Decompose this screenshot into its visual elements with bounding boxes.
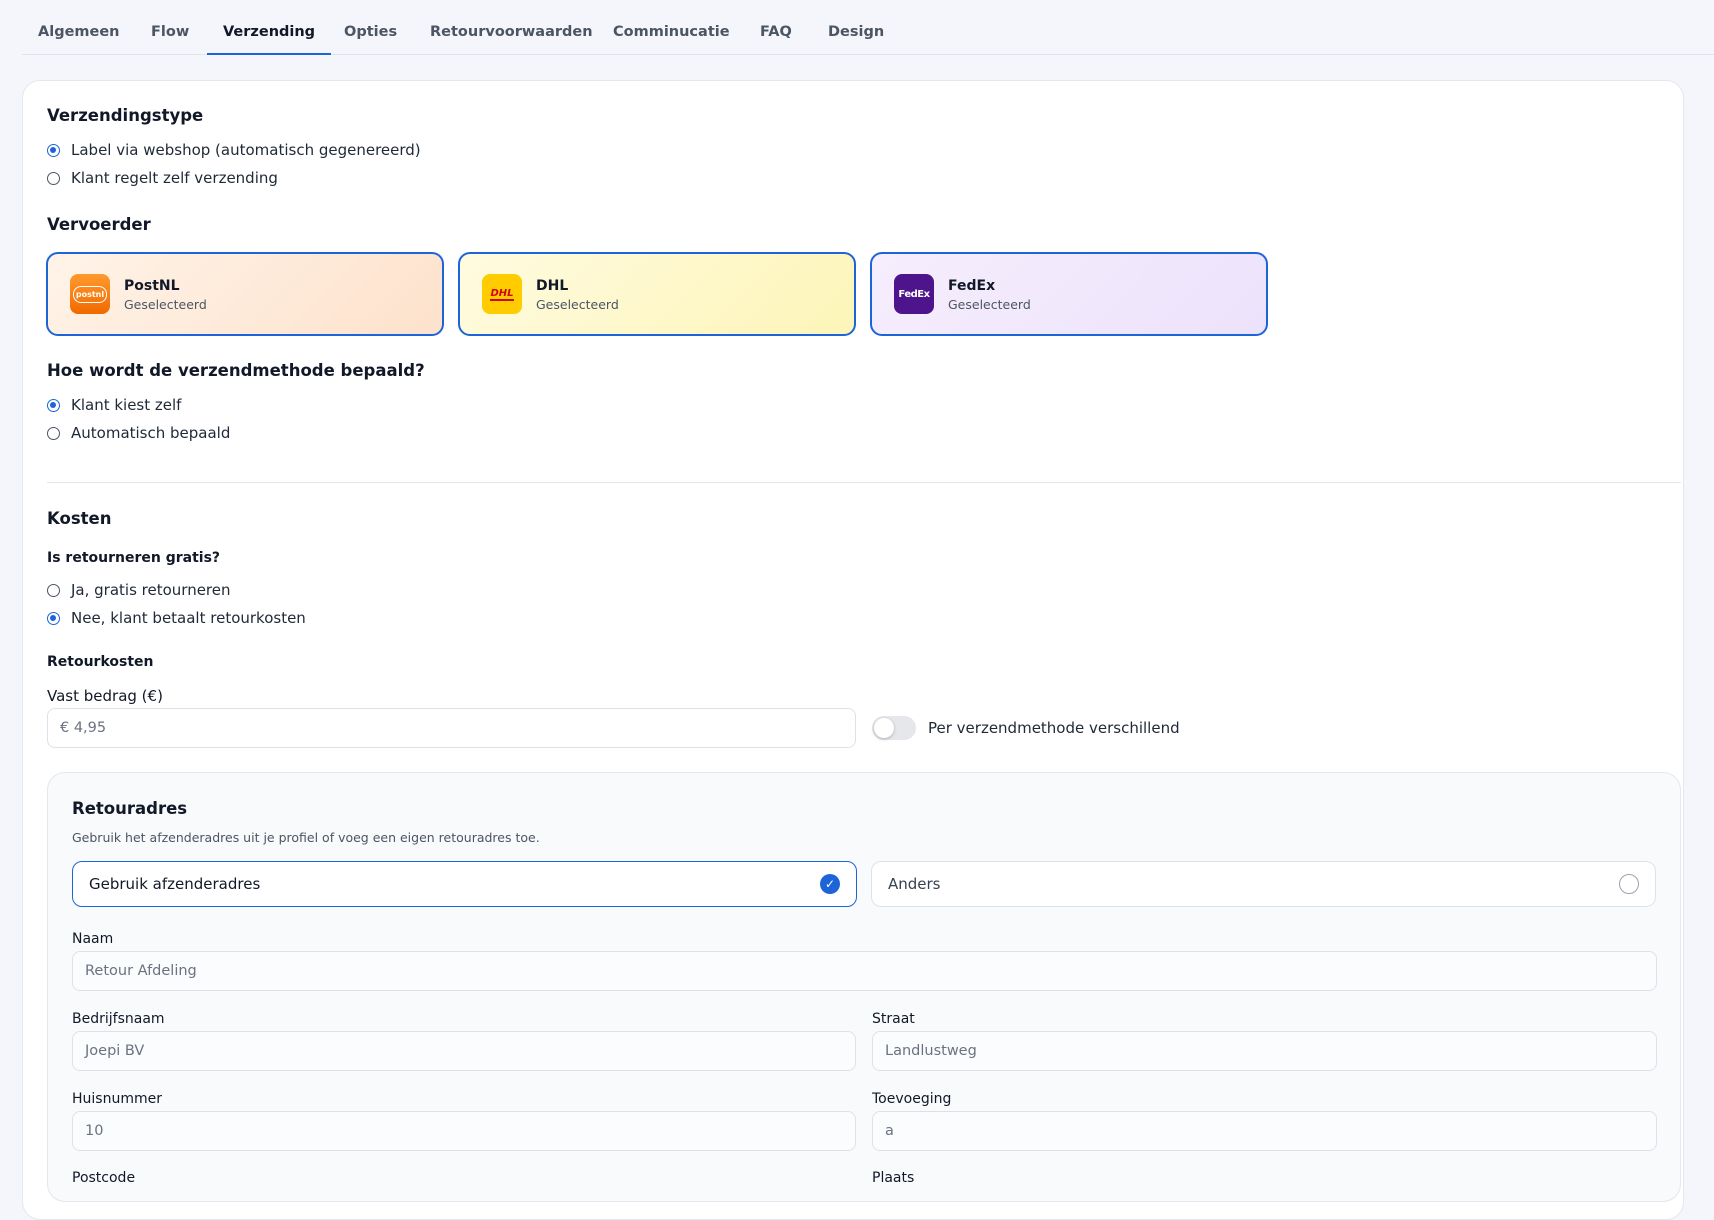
carrier-status: Geselecteerd [536,297,619,312]
choice-label: Anders [888,875,941,893]
radio-label-via-webshop[interactable]: Label via webshop (automatisch gegeneree… [47,141,421,159]
fixed-amount-input[interactable]: € 4,95 [47,708,856,748]
method-title: Hoe wordt de verzendmethode bepaald? [47,361,425,380]
tab-algemeen[interactable]: Algemeen [38,24,120,55]
radio-button-checked[interactable] [47,143,60,157]
postnl-logo-text: postnl [72,285,108,303]
field-label-plaats: Plaats [872,1170,915,1186]
radio-automatisch-bepaald[interactable]: Automatisch bepaald [47,424,230,442]
radio-button-checked[interactable] [47,398,60,412]
tab-design[interactable]: Design [828,24,884,55]
straat-input[interactable]: Landlustweg [872,1031,1657,1071]
carrier-card-postnl[interactable]: postnl PostNL Geselecteerd [46,252,444,336]
carrier-status: Geselecteerd [948,297,1031,312]
fedex-logo-text: FedEx [898,288,930,300]
bedrijfsnaam-input[interactable]: Joepi BV [72,1031,856,1071]
tab-faq[interactable]: FAQ [760,24,792,55]
check-icon: ✓ [820,874,840,894]
tab-retourvoorwaarden[interactable]: Retourvoorwaarden [430,24,593,55]
fedex-logo-icon: FedEx [894,274,934,314]
radio-gratis-retourneren[interactable]: Ja, gratis retourneren [47,581,231,599]
radio-label: Nee, klant betaalt retourkosten [71,609,306,627]
radio-label: Klant kiest zelf [71,396,182,414]
retourkosten-label: Retourkosten [47,654,154,670]
carrier-card-fedex[interactable]: FedEx FedEx Geselecteerd [870,252,1268,336]
other-address-option[interactable]: Anders [871,861,1656,907]
radio-klant-betaalt[interactable]: Nee, klant betaalt retourkosten [47,609,306,627]
radio-label: Ja, gratis retourneren [71,581,231,599]
radio-button[interactable] [47,583,60,597]
field-label-toevoeging: Toevoeging [872,1091,952,1107]
carrier-name: FedEx [948,278,996,294]
field-label-naam: Naam [72,931,114,947]
toevoeging-input[interactable]: a [872,1111,1657,1151]
return-address-title: Retouradres [72,799,188,818]
costs-title: Kosten [47,509,112,528]
carrier-title: Vervoerder [47,215,151,234]
radio-klant-regelt-zelf[interactable]: Klant regelt zelf verzending [47,169,278,187]
radio-button[interactable] [47,426,60,440]
tab-bar: Algemeen Flow Verzending Opties Retourvo… [22,0,1714,55]
shipping-type-title: Verzendingstype [47,106,204,125]
radio-label: Label via webshop (automatisch gegeneree… [71,141,421,159]
tab-verzending[interactable]: Verzending [207,24,332,55]
tab-communicatie[interactable]: Comminucatie [613,24,730,55]
naam-input[interactable]: Retour Afdeling [72,951,1657,991]
use-sender-address-option[interactable]: Gebruik afzenderadres ✓ [72,861,857,907]
dhl-logo-text: DHL [490,287,514,301]
return-address-description: Gebruik het afzenderadres uit je profiel… [72,830,540,845]
carrier-name: PostNL [124,278,180,294]
field-label-postcode: Postcode [72,1170,136,1186]
dhl-logo-icon: DHL [482,274,522,314]
tab-opties[interactable]: Opties [344,24,397,55]
radio-klant-kiest-zelf[interactable]: Klant kiest zelf [47,396,181,414]
field-label-straat: Straat [872,1011,915,1027]
fixed-amount-label: Vast bedrag (€) [47,687,163,705]
radio-label: Klant regelt zelf verzending [71,169,278,187]
choice-label: Gebruik afzenderadres [89,875,261,893]
postnl-logo-icon: postnl [70,274,110,314]
carrier-name: DHL [536,278,569,294]
tab-verzending-label: Verzending [223,24,316,40]
radio-button-checked[interactable] [47,611,60,625]
field-label-bedrijfsnaam: Bedrijfsnaam [72,1011,165,1027]
huisnummer-input[interactable]: 10 [72,1111,856,1151]
section-divider [47,482,1681,483]
carrier-status: Geselecteerd [124,297,207,312]
per-method-toggle-label: Per verzendmethode verschillend [928,719,1180,737]
tab-flow[interactable]: Flow [151,24,189,55]
radio-label: Automatisch bepaald [71,424,231,442]
field-label-huisnummer: Huisnummer [72,1091,162,1107]
radio-button[interactable] [47,171,60,185]
radio-circle-icon [1619,874,1639,894]
per-method-toggle[interactable] [872,716,916,740]
carrier-card-dhl[interactable]: DHL DHL Geselecteerd [458,252,856,336]
free-return-question: Is retourneren gratis? [47,550,221,566]
